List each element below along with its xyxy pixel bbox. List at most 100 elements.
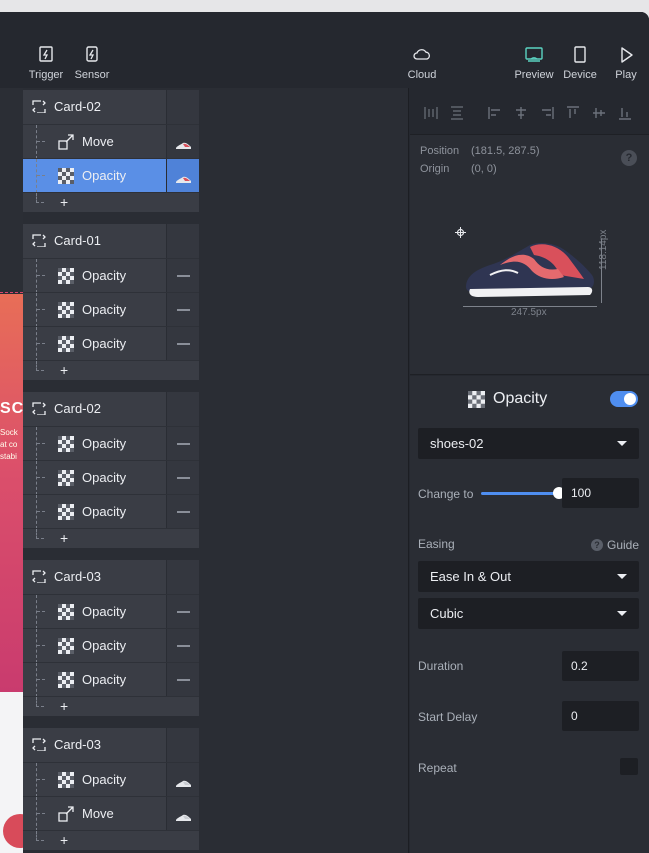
device-button[interactable]: Device bbox=[557, 44, 603, 81]
artboard-text-line: Sock bbox=[0, 428, 18, 437]
chevron-down-icon bbox=[617, 611, 627, 616]
device-label: Device bbox=[563, 69, 597, 81]
layer-row-name: Opacity bbox=[82, 168, 127, 183]
distribute-vertical-icon[interactable] bbox=[450, 106, 464, 120]
layer-row[interactable]: Move bbox=[23, 124, 199, 159]
cloud-button[interactable]: Cloud bbox=[399, 44, 445, 81]
checker-icon bbox=[58, 336, 74, 352]
layer-group-header[interactable]: Card-02 bbox=[23, 90, 199, 124]
guide-link[interactable]: Guide bbox=[607, 538, 639, 552]
layer-row-name: Opacity bbox=[82, 336, 127, 351]
repeat-checkbox[interactable] bbox=[620, 758, 638, 775]
add-animation-row[interactable]: + bbox=[23, 528, 199, 548]
canvas-artboard[interactable]: SC Sock at co stabi bbox=[0, 88, 23, 853]
layer-row[interactable]: Opacity bbox=[23, 594, 199, 629]
layer-row[interactable]: Opacity bbox=[23, 292, 199, 327]
layer-row-thumbnail bbox=[166, 125, 199, 158]
layer-row-name: Opacity bbox=[82, 772, 127, 787]
preview-icon bbox=[525, 47, 543, 62]
checker-icon bbox=[58, 268, 74, 284]
layer-group-header[interactable]: Card-01 bbox=[23, 224, 199, 258]
shoe-image[interactable] bbox=[460, 235, 600, 305]
layer-group-indicator bbox=[166, 728, 199, 762]
group-link-icon bbox=[32, 570, 46, 583]
layer-row-name: Move bbox=[82, 806, 114, 821]
layer-group-name: Card-01 bbox=[54, 233, 101, 248]
layer-row-thumbnail bbox=[166, 259, 199, 292]
cloud-label: Cloud bbox=[407, 69, 437, 81]
tree-connector bbox=[36, 327, 50, 361]
checker-icon bbox=[58, 470, 74, 486]
layer-group-header[interactable]: Card-02 bbox=[23, 392, 199, 426]
width-dimension: 247.5px bbox=[511, 307, 547, 318]
layer-group-header[interactable]: Card-03 bbox=[23, 728, 199, 762]
layer-row[interactable]: Opacity bbox=[23, 662, 199, 697]
move-icon bbox=[58, 134, 74, 150]
align-top-icon[interactable] bbox=[566, 106, 580, 120]
add-icon[interactable]: + bbox=[60, 832, 68, 848]
device-icon bbox=[574, 46, 586, 63]
preview-button[interactable]: Preview bbox=[511, 44, 557, 81]
trigger-icon bbox=[39, 46, 53, 62]
layer-group-header[interactable]: Card-03 bbox=[23, 560, 199, 594]
sensor-button[interactable]: Sensor bbox=[69, 44, 115, 81]
layer-row-thumbnail bbox=[166, 327, 199, 360]
layer-row[interactable]: Opacity bbox=[23, 158, 199, 193]
timeline-panel bbox=[199, 88, 409, 853]
start-delay-label: Start Delay bbox=[418, 710, 478, 724]
layer-row[interactable]: Opacity bbox=[23, 762, 199, 797]
help-icon[interactable]: ? bbox=[621, 150, 637, 166]
element-preview: Position (181.5, 287.5) Origin (0, 0) ? … bbox=[410, 135, 649, 375]
move-icon bbox=[58, 806, 74, 822]
layer-row[interactable]: Opacity bbox=[23, 494, 199, 529]
layer-row[interactable]: Opacity bbox=[23, 426, 199, 461]
layer-row[interactable]: Opacity bbox=[23, 460, 199, 495]
play-button[interactable]: Play bbox=[603, 44, 649, 81]
layer-group-indicator bbox=[166, 392, 199, 426]
add-icon[interactable]: + bbox=[60, 194, 68, 210]
align-left-icon[interactable] bbox=[488, 106, 502, 120]
enabled-toggle[interactable] bbox=[610, 391, 638, 407]
align-right-icon[interactable] bbox=[540, 106, 554, 120]
layer-row[interactable]: Opacity bbox=[23, 258, 199, 293]
layer-row[interactable]: Opacity bbox=[23, 326, 199, 361]
layer-row-thumbnail bbox=[166, 797, 199, 830]
repeat-label: Repeat bbox=[418, 761, 457, 775]
change-to-slider[interactable] bbox=[481, 492, 560, 495]
add-icon[interactable]: + bbox=[60, 698, 68, 714]
change-to-value: 100 bbox=[571, 486, 592, 500]
add-icon[interactable]: + bbox=[60, 362, 68, 378]
add-animation-row[interactable]: + bbox=[23, 360, 199, 380]
trigger-button[interactable]: Trigger bbox=[23, 44, 69, 81]
align-center-vertical-icon[interactable] bbox=[592, 106, 606, 120]
start-delay-input[interactable]: 0 bbox=[562, 701, 639, 731]
duration-input[interactable]: 0.2 bbox=[562, 651, 639, 681]
no-preview-dash bbox=[177, 343, 190, 345]
add-animation-row[interactable]: + bbox=[23, 696, 199, 716]
position-label: Position bbox=[420, 145, 460, 157]
easing-curve-select[interactable]: Cubic bbox=[418, 598, 639, 629]
add-animation-row[interactable]: + bbox=[23, 192, 199, 212]
easing-type-select[interactable]: Ease In & Out bbox=[418, 561, 639, 592]
layer-row-thumbnail bbox=[166, 595, 199, 628]
checker-icon bbox=[58, 604, 74, 620]
layer-row-thumbnail bbox=[166, 159, 199, 192]
add-animation-row[interactable]: + bbox=[23, 830, 199, 850]
layer-group-name: Card-02 bbox=[54, 99, 101, 114]
target-select[interactable]: shoes-02 bbox=[418, 428, 639, 459]
add-icon[interactable]: + bbox=[60, 530, 68, 546]
group-link-icon bbox=[32, 738, 46, 751]
align-bottom-icon[interactable] bbox=[618, 106, 632, 120]
no-preview-dash bbox=[177, 309, 190, 311]
tree-connector bbox=[36, 427, 50, 461]
layer-row[interactable]: Opacity bbox=[23, 628, 199, 663]
tree-connector bbox=[36, 193, 44, 203]
tree-connector bbox=[36, 293, 50, 327]
distribute-horizontal-icon[interactable] bbox=[424, 106, 438, 120]
align-center-horizontal-icon[interactable] bbox=[514, 106, 528, 120]
layer-row[interactable]: Move bbox=[23, 796, 199, 831]
guide-help-icon[interactable]: ? bbox=[591, 539, 603, 551]
properties-panel: Position (181.5, 287.5) Origin (0, 0) ? … bbox=[410, 88, 649, 853]
layer-group-indicator bbox=[166, 560, 199, 594]
change-to-input[interactable]: 100 bbox=[562, 478, 639, 508]
